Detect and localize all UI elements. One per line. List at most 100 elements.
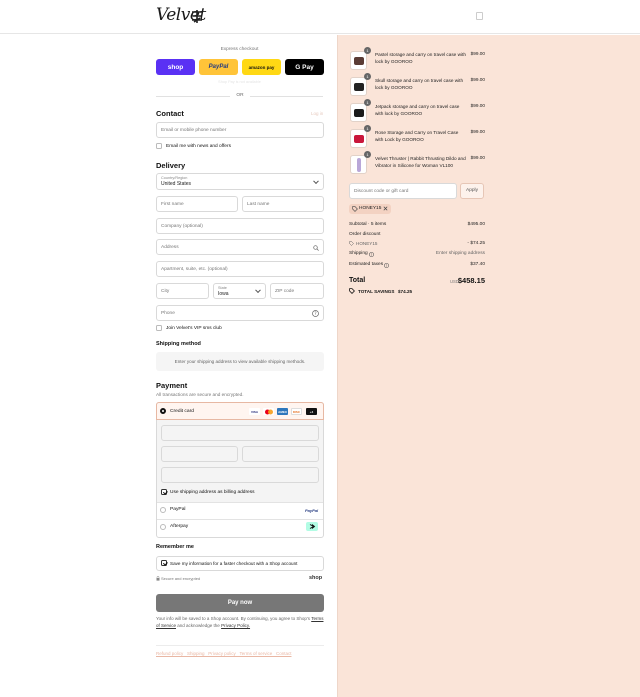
billing-label: Use shipping address as billing address xyxy=(170,490,255,495)
legal-text: Your info will be saved to a Shop accoun… xyxy=(156,616,326,629)
shop-pay-button[interactable]: shop xyxy=(156,59,195,75)
logo-mark-icon xyxy=(192,10,202,23)
contact-title: Contact xyxy=(156,109,184,118)
tag-icon xyxy=(349,241,354,246)
last-name-placeholder: Last name xyxy=(247,201,270,207)
phone-field[interactable]: Phone ? xyxy=(156,305,324,321)
paypal-radio[interactable] xyxy=(160,507,166,513)
product-thumbnail xyxy=(350,103,367,122)
amex-logo-icon: AMEX xyxy=(277,408,288,415)
state-select[interactable]: State Iowa xyxy=(213,283,266,299)
card-number-field[interactable] xyxy=(161,425,319,441)
tag-icon xyxy=(352,206,358,212)
city-field[interactable]: City xyxy=(156,283,209,299)
vip-label: Join Velvet's VIP sms club xyxy=(166,326,222,331)
product-image xyxy=(354,109,364,117)
footer-divider xyxy=(156,645,324,646)
subtotal-label: Subtotal · 5 items xyxy=(349,222,387,227)
mastercard-logo-icon xyxy=(263,408,274,415)
email-field[interactable]: Email or mobile phone number xyxy=(156,122,324,138)
vip-checkbox[interactable] xyxy=(156,325,162,331)
product-price: $99.00 xyxy=(470,129,485,134)
shipping-method-note: Enter your shipping address to view avai… xyxy=(156,352,324,371)
news-checkbox[interactable] xyxy=(156,143,162,149)
product-name: Velvet Thruster | Rabbit Thrusting Dildo… xyxy=(375,156,466,168)
footer-links[interactable]: Refund policy Shipping Privacy policy Te… xyxy=(156,651,291,656)
taxes-label: Estimated taxes xyxy=(349,262,384,267)
paypal-logo-icon: PayPal xyxy=(305,508,319,513)
close-icon[interactable] xyxy=(383,206,388,211)
paypal-option-label[interactable]: PayPal xyxy=(170,507,186,512)
discount-placeholder: Discount code or gift card xyxy=(354,188,409,194)
afterpay-option-label[interactable]: Afterpay xyxy=(170,524,188,529)
name-on-card-field[interactable] xyxy=(161,467,319,483)
payment-subtitle: All transactions are secure and encrypte… xyxy=(156,392,244,397)
first-name-field[interactable]: First name xyxy=(156,196,238,212)
total-savings-label: TOTAL SAVINGS xyxy=(358,289,395,294)
quantity-badge: 1 xyxy=(364,99,371,106)
country-value: United States xyxy=(161,181,192,187)
express-checkout-label: Express checkout xyxy=(220,47,259,52)
delivery-title: Delivery xyxy=(156,161,186,170)
product-name: Jetpack storage and carry on travel case… xyxy=(375,104,460,116)
paypal-button[interactable]: PayPal xyxy=(199,59,238,75)
express-note: Shop Pay is not available xyxy=(218,80,261,84)
svg-text:?: ? xyxy=(386,264,388,268)
login-link[interactable]: Log in xyxy=(311,111,323,116)
billing-checkbox[interactable] xyxy=(161,489,167,495)
discount-code-field[interactable]: Discount code or gift card xyxy=(349,183,457,199)
product-name: Pastel storage and carry on travel case … xyxy=(375,52,466,64)
city-placeholder: City xyxy=(161,288,170,294)
expiration-field[interactable] xyxy=(161,446,238,462)
address-field[interactable]: Address xyxy=(156,239,324,255)
product-image xyxy=(354,135,364,143)
privacy-link[interactable]: Privacy Policy. xyxy=(221,623,250,628)
discount-tag-code: HONEY15 xyxy=(359,206,382,211)
company-field[interactable]: Company (optional) xyxy=(156,218,324,234)
payment-title: Payment xyxy=(156,381,188,390)
remember-title: Remember me xyxy=(156,544,194,550)
svg-text:?: ? xyxy=(371,253,373,257)
quantity-badge: 1 xyxy=(364,151,371,158)
product-price: $99.00 xyxy=(470,155,485,160)
product-thumbnail xyxy=(350,51,367,70)
afterpay-radio[interactable] xyxy=(160,524,166,530)
apply-button[interactable]: Apply xyxy=(460,183,484,199)
security-code-field[interactable] xyxy=(242,446,319,462)
apartment-placeholder: Apartment, suite, etc. (optional) xyxy=(161,266,228,272)
last-name-field[interactable]: Last name xyxy=(242,196,324,212)
total-savings-value: $74.25 xyxy=(398,289,413,294)
info-icon[interactable]: ? xyxy=(384,263,389,268)
header: Velvet xyxy=(0,0,640,34)
help-icon[interactable]: ? xyxy=(312,310,319,317)
state-value: Iowa xyxy=(218,290,229,297)
credit-card-radio[interactable] xyxy=(160,408,166,414)
amazon-pay-button[interactable]: amazon pay xyxy=(242,59,281,75)
discount-code-label: HONEY15 xyxy=(356,241,378,246)
remember-checkbox[interactable] xyxy=(161,560,167,566)
more-cards-badge: +4 xyxy=(306,408,317,415)
product-price: $99.00 xyxy=(470,103,485,108)
product-price: $99.00 xyxy=(470,51,485,56)
shopping-bag-icon[interactable] xyxy=(476,12,483,20)
info-icon[interactable]: ? xyxy=(369,252,374,257)
apartment-field[interactable]: Apartment, suite, etc. (optional) xyxy=(156,261,324,277)
pay-now-button[interactable]: Pay now xyxy=(156,594,324,612)
quantity-badge: 1 xyxy=(364,125,371,132)
subtotal-value: $495.00 xyxy=(467,222,485,227)
shipping-method-title: Shipping method xyxy=(156,341,201,347)
google-pay-button[interactable]: G Pay xyxy=(285,59,324,75)
tag-icon xyxy=(349,288,355,294)
address-placeholder: Address xyxy=(161,244,179,250)
lock-icon xyxy=(156,576,160,581)
product-image xyxy=(354,83,364,91)
product-thumbnail xyxy=(350,129,367,148)
payment-divider xyxy=(157,519,323,520)
first-name-placeholder: First name xyxy=(161,201,184,207)
product-image xyxy=(357,158,361,172)
zip-field[interactable]: ZIP code xyxy=(270,283,324,299)
country-select[interactable]: Country/Region United States xyxy=(156,173,324,190)
product-price: $99.00 xyxy=(470,77,485,82)
secure-label: Secure and encrypted xyxy=(161,576,201,581)
credit-card-label: Credit card xyxy=(170,409,194,414)
